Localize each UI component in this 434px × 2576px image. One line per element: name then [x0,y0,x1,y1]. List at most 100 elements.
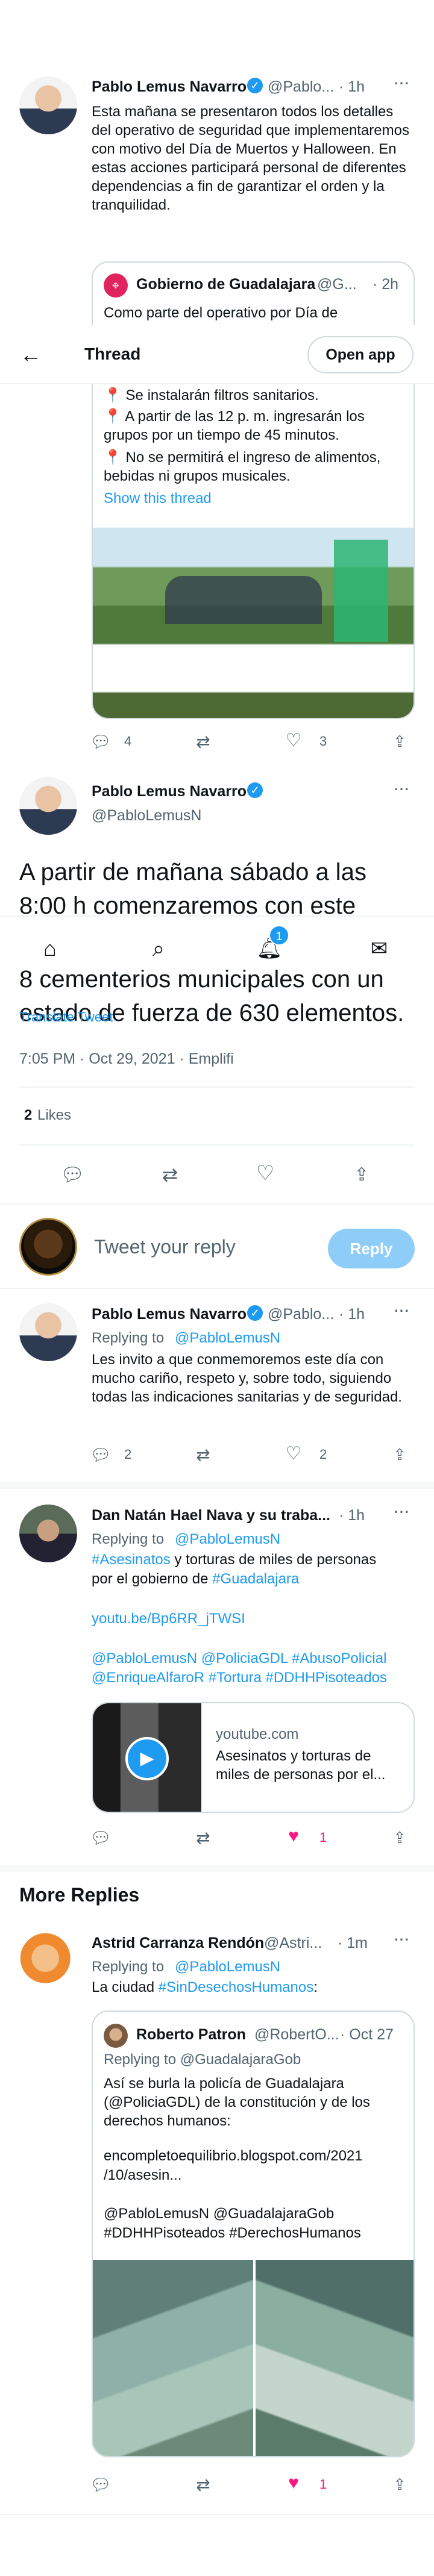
card-domain: youtube.com [216,1726,299,1742]
avatar[interactable] [19,76,77,134]
back-arrow-icon[interactable]: ← [16,340,46,370]
user-avatar[interactable] [19,1218,77,1276]
url-link[interactable]: youtu.be/Bp6RR_jTWSI [92,1611,245,1627]
reply-icon[interactable]: 💬︎ [90,2474,112,2495]
quote-text-line: 📍 No se permitirá el ingreso de alimento… [104,449,381,484]
page-title: Thread [84,345,141,363]
more-options-icon[interactable]: ··· [393,1500,410,1522]
like-count: 2 [319,1447,327,1462]
like-count: 3 [319,734,327,749]
like-icon[interactable]: ♥ [283,1826,304,1847]
quoted-tweet-card[interactable]: Roberto Patron @RobertO... · Oct 27 Repl… [92,2010,415,2457]
retweet-icon[interactable]: ⇄ [193,1444,213,1465]
quote-text: Así se burla la policía de Guadalajara (… [104,2075,370,2129]
like-count: 1 [319,2477,327,2492]
timestamp[interactable]: · 1h [339,78,365,96]
author-handle[interactable]: @RobertO... [254,2026,339,2044]
replying-to-link[interactable]: @PabloLemusN [175,1959,280,1976]
more-options-icon[interactable]: ··· [393,777,410,799]
section-divider [0,1482,434,1489]
replying-to-link[interactable]: @PabloLemusN [175,1330,280,1347]
avatar[interactable] [19,1932,77,1990]
quote-photo[interactable] [256,2260,414,2456]
avatar[interactable]: ⌖ [104,273,128,298]
avatar[interactable] [19,1303,77,1361]
translate-tweet-link[interactable]: Translate Tweet [19,1009,113,1025]
author-name[interactable]: Pablo Lemus Navarro [92,783,247,800]
share-icon[interactable]: ⇪ [389,1827,410,1848]
main-tweet-text: A partir de mañana sábado a las 8:00 h c… [19,859,366,919]
share-icon[interactable]: ⇪ [389,1444,410,1465]
mentions-line[interactable]: @PabloLemusN @PoliciaGDL #AbusoPolicial [92,1650,386,1667]
retweet-icon[interactable]: ⇄ [193,1827,213,1848]
divider [0,1288,434,1289]
messages-icon[interactable]: ✉ [365,935,393,962]
author-handle[interactable]: @Pablo... [268,78,334,96]
author-name[interactable]: Dan Natán Hael Nava y su traba... [92,1507,330,1524]
reply-input[interactable]: Tweet your reply [94,1236,311,1262]
search-icon[interactable]: ⌕ [145,935,172,962]
like-icon[interactable]: ♡ [283,1443,304,1464]
more-options-icon[interactable]: ··· [393,1927,410,1950]
hashtag-link[interactable]: #Guadalajara [212,1571,299,1587]
avatar[interactable] [104,2024,128,2048]
likes-count[interactable]: 2 [24,1107,32,1124]
reply-icon[interactable]: 💬︎ [60,1162,85,1187]
tweet-text-line: #Asesinatos y torturas de miles de perso… [92,1552,377,1568]
retweet-icon[interactable]: ⇄ [193,2474,213,2495]
show-thread-link[interactable]: Show this thread [104,490,212,507]
more-options-icon[interactable]: ··· [393,1299,410,1321]
quote-text-line: 📍 Se instalarán filtros sanitarios. [104,387,319,404]
timestamp[interactable]: · 2h [373,276,398,293]
like-count: 1 [319,1830,327,1845]
timestamp[interactable]: · 1h [339,1306,365,1323]
timestamp[interactable]: · Oct 27 [340,2026,394,2044]
home-icon[interactable]: ⌂ [36,935,64,962]
timestamp[interactable]: · 1h [339,1507,365,1524]
tweet-metadata[interactable]: 7:05 PM · Oct 29, 2021 · Emplifi [19,1050,234,1068]
share-icon[interactable]: ⇪ [350,1162,374,1187]
link-preview-card[interactable]: ▶ youtube.com Asesinatos y torturas de m… [92,1702,415,1813]
like-icon[interactable]: ♡ [283,730,304,750]
reply-icon[interactable]: 💬︎ [90,1444,112,1465]
reply-icon[interactable]: 💬︎ [90,731,112,752]
thread-header: ← Thread Open app [0,325,434,384]
quote-photo[interactable] [93,528,414,718]
quote-photo[interactable] [93,2260,253,2456]
reply-icon[interactable]: 💬︎ [90,1827,112,1848]
author-name[interactable]: Roberto Patron [136,2026,246,2044]
author-name[interactable]: Astrid Carranza Rendón [92,1935,264,1952]
hashtag-link[interactable]: #SinDesechosHumanos [159,1979,313,1995]
verified-icon: ✓ [247,782,263,798]
author-handle[interactable]: @Pablo... [268,1306,334,1323]
author-handle[interactable]: @Astri... [264,1935,322,1952]
open-app-button[interactable]: Open app [307,336,414,373]
avatar[interactable] [19,777,77,835]
author-handle[interactable]: @PabloLemusN [92,807,201,825]
video-thumbnail[interactable]: ▶ [93,1703,201,1812]
tweet-text: Les invito a que conmemoremos este día c… [92,1352,402,1405]
more-options-icon[interactable]: ··· [393,71,410,93]
author-name[interactable]: Pablo Lemus Navarro [92,78,247,96]
card-title: Asesinatos y torturas de miles de person… [216,1748,386,1783]
avatar[interactable] [19,1505,77,1562]
divider [19,1144,415,1146]
reply-button[interactable]: Reply [328,1229,415,1268]
author-handle[interactable]: @G... [317,276,357,293]
hashtag-link[interactable]: #Asesinatos [92,1552,171,1568]
retweet-icon[interactable]: ⇄ [193,731,213,752]
divider [0,2514,434,2515]
likes-label[interactable]: Likes [37,1107,71,1124]
timestamp[interactable]: · 1m [338,1935,368,1952]
share-icon[interactable]: ⇪ [389,731,410,752]
retweet-icon[interactable]: ⇄ [158,1162,182,1187]
like-icon[interactable]: ♥ [283,2473,304,2493]
replying-to-link[interactable]: @PabloLemusN [175,1531,280,1548]
mentions-line[interactable]: @EnriqueAlfaroR #Tortura #DDHHPisoteados [92,1670,387,1686]
replying-label: Replying to [92,1531,165,1547]
author-name[interactable]: Pablo Lemus Navarro [92,1306,247,1323]
like-icon[interactable]: ♡ [253,1161,277,1185]
play-icon[interactable]: ▶ [125,1737,169,1780]
share-icon[interactable]: ⇪ [389,2474,410,2495]
author-name[interactable]: Gobierno de Guadalajara [136,276,315,293]
